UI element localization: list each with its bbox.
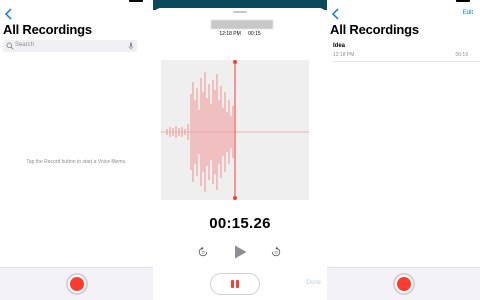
back-chevron-icon[interactable] — [331, 8, 341, 20]
recording-in-progress-screen: 12:18 PM 00:15 00:15.26 15 15 Done — [153, 0, 327, 300]
play-icon[interactable] — [234, 245, 247, 259]
search-placeholder: Search — [15, 42, 35, 48]
pause-icon — [231, 280, 234, 288]
playback-controls: 15 15 — [153, 242, 327, 260]
pause-button[interactable] — [210, 273, 260, 295]
back-chevron-icon[interactable] — [4, 8, 14, 20]
microphone-icon[interactable] — [128, 42, 134, 50]
record-toolbar — [0, 267, 153, 300]
status-bar — [0, 0, 153, 4]
edit-button[interactable]: Edit — [463, 10, 473, 16]
done-button[interactable]: Done — [307, 280, 321, 286]
battery-icon — [456, 0, 470, 2]
skip-forward-label: 15 — [274, 251, 278, 255]
recording-length: 00:15 — [248, 31, 261, 37]
record-button[interactable] — [65, 273, 88, 295]
recording-duration: 00:19 — [455, 52, 468, 58]
record-dot-icon — [69, 277, 84, 291]
pause-icon-bar — [236, 280, 239, 288]
page-title: All Recordings — [3, 22, 92, 37]
waveform-display[interactable] — [161, 60, 309, 200]
waveform-graphic — [161, 60, 309, 200]
sheet-grabber[interactable] — [233, 11, 247, 13]
recording-date: 12:18 PM — [333, 52, 355, 58]
empty-state-hint: Tap the Record button to start a Voice M… — [26, 159, 127, 165]
recording-time: 12:18 PM — [219, 31, 241, 37]
search-input[interactable]: Search — [3, 40, 137, 52]
skip-forward-15-icon[interactable]: 15 — [271, 247, 281, 257]
record-button[interactable] — [392, 273, 415, 295]
skip-back-15-icon[interactable]: 15 — [198, 247, 208, 257]
record-dot-icon — [396, 277, 411, 291]
recording-list-item[interactable]: Idea 12:18 PM 00:19 — [333, 42, 480, 62]
recordings-list-screen: Edit All Recordings Idea 12:18 PM 00:19 — [327, 0, 480, 300]
record-toolbar — [327, 267, 480, 300]
status-bar — [327, 0, 480, 4]
page-title: All Recordings — [330, 22, 419, 37]
recording-name: Idea — [333, 43, 346, 49]
battery-icon — [129, 0, 143, 2]
skip-back-label: 15 — [201, 251, 205, 255]
search-icon — [6, 42, 14, 50]
recording-meta: 12:18 PM 00:15 — [153, 31, 327, 37]
elapsed-time: 00:15.26 — [209, 215, 271, 232]
recordings-list-empty-screen: All Recordings Search Tap the Record but… — [0, 0, 153, 300]
recording-name-field[interactable] — [211, 20, 273, 29]
